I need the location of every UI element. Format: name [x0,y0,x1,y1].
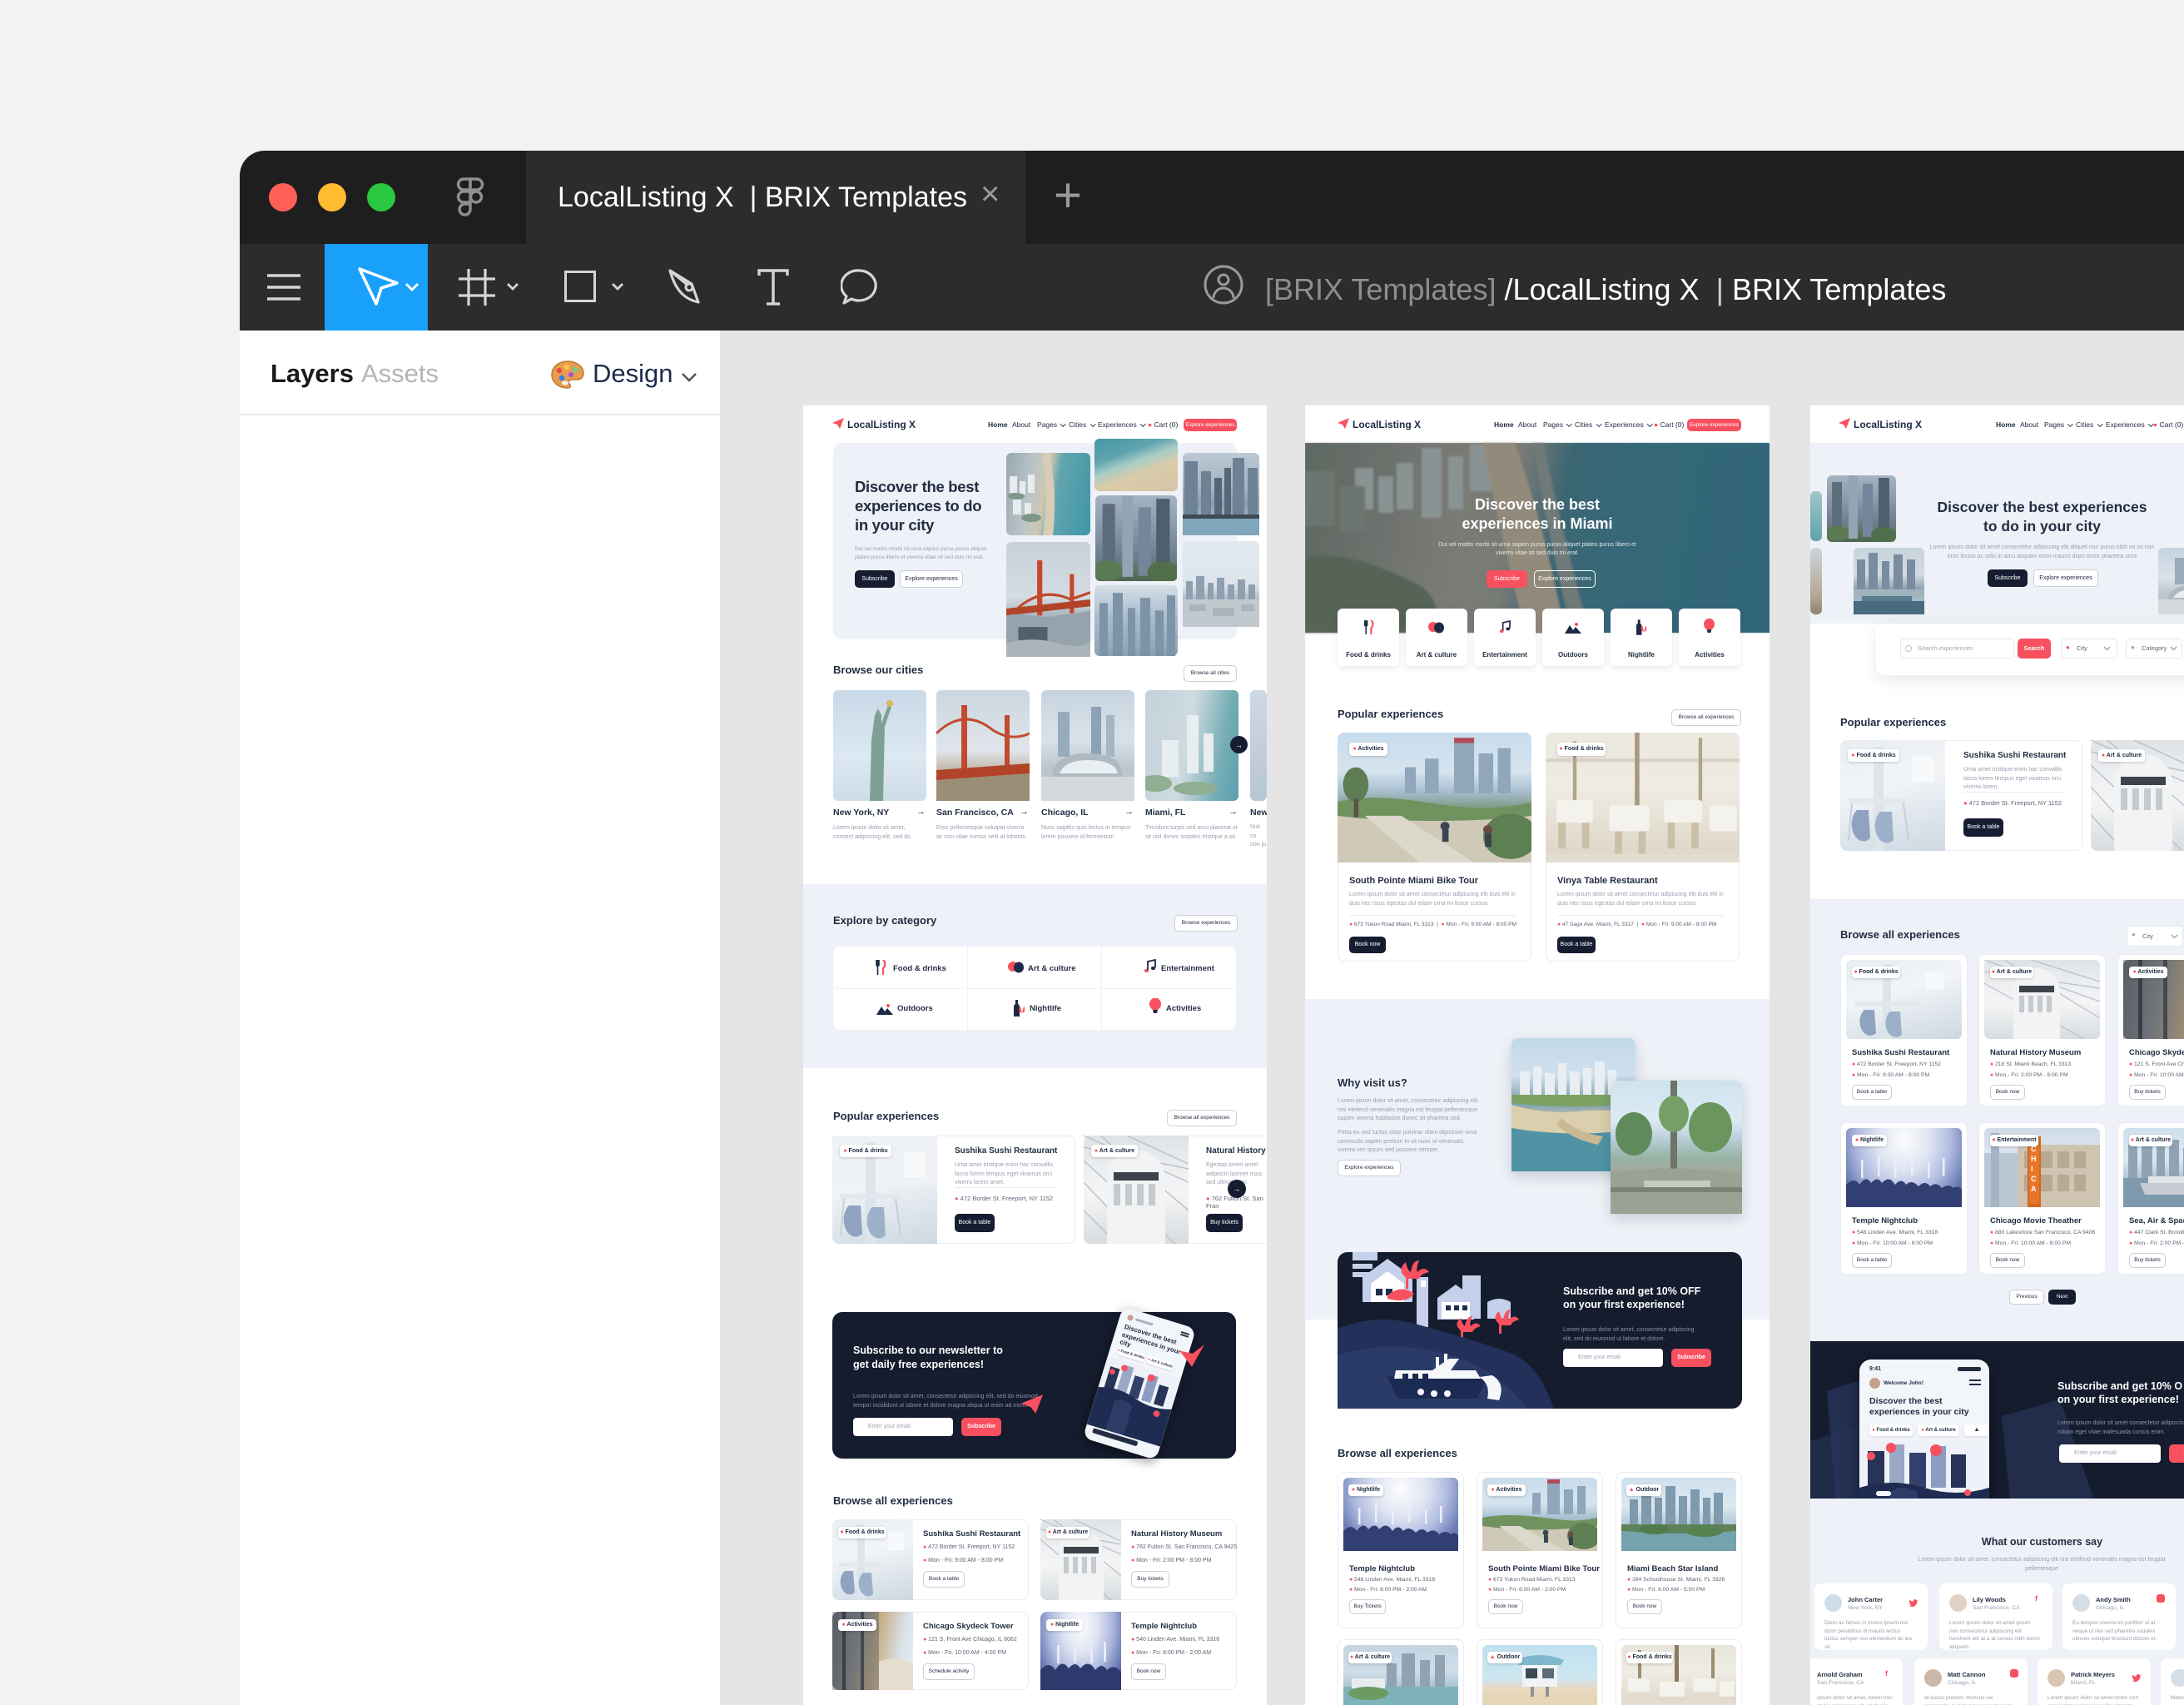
svg-text:I: I [2031,1165,2033,1173]
svg-text:C: C [2031,1175,2037,1183]
svg-text:A: A [2031,1185,2037,1193]
svg-text:H: H [2031,1155,2037,1163]
